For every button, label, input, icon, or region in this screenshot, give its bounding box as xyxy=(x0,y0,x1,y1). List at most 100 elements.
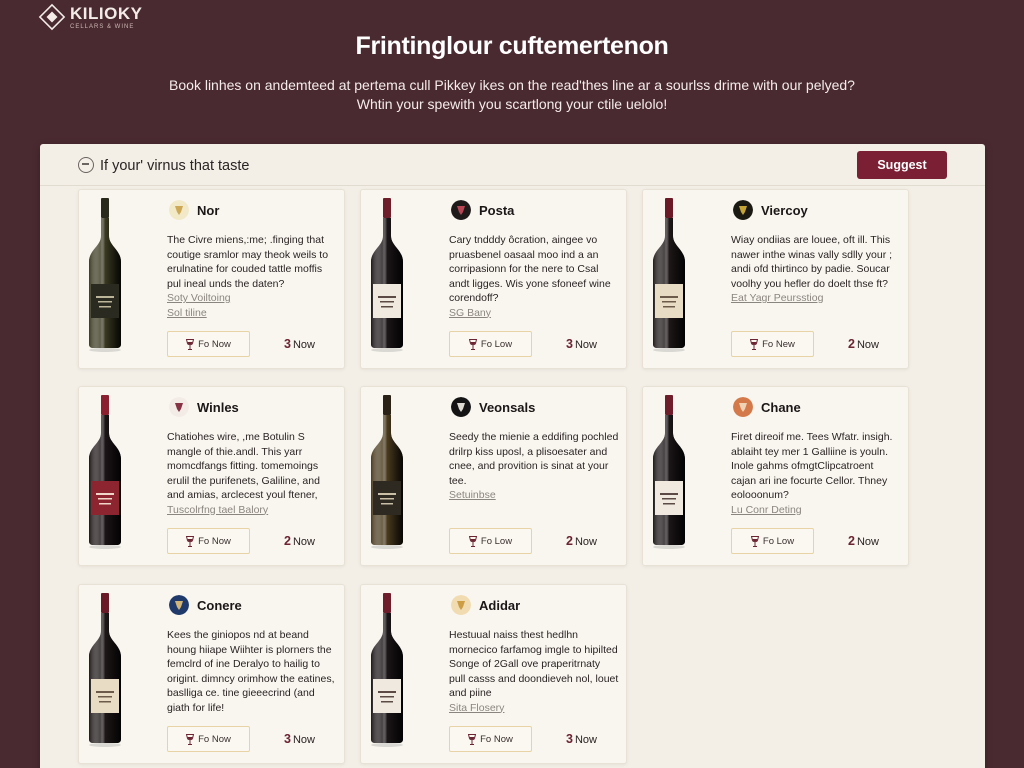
grape-icon xyxy=(733,200,753,220)
wine-name: Conere xyxy=(197,598,242,613)
buy-now-button[interactable]: Fo New xyxy=(731,331,814,357)
wine-description: Chatiohes wire, ,me Botulin S mangle of … xyxy=(167,430,337,518)
wine-glass-icon xyxy=(186,733,195,745)
search-bar: Suggest xyxy=(40,144,985,186)
search-input[interactable] xyxy=(100,155,700,177)
stock-count-label: Now xyxy=(292,339,315,351)
stock-count: 3 Now xyxy=(284,732,315,746)
stock-count-number: 3 xyxy=(284,732,291,746)
wine-name: Posta xyxy=(479,203,515,218)
stock-count: 2 Now xyxy=(566,534,597,548)
buy-now-label: Fo Low xyxy=(480,535,513,547)
buy-now-button[interactable]: Fo Now xyxy=(449,726,532,752)
buy-now-label: Fo New xyxy=(762,338,795,350)
stock-count-number: 3 xyxy=(566,732,573,746)
buy-now-button[interactable]: Fo Low xyxy=(731,528,814,554)
wine-description-text: Seedy the mienie a eddifing pochled dril… xyxy=(449,431,619,487)
wine-detail-link[interactable]: Soty Voiltoing xyxy=(167,291,337,306)
stock-count-number: 2 xyxy=(848,337,855,351)
wine-name: Veonsals xyxy=(479,400,536,415)
page-title: Frintinglour cuftemertenon xyxy=(355,32,669,60)
wine-detail-link[interactable]: Lu Conr Deting xyxy=(731,503,901,518)
logo-name: KILIOKY xyxy=(70,4,143,23)
suggest-button[interactable]: Suggest xyxy=(857,151,947,179)
wine-description: Firet direoif me. Tees Wfatr. insigh. ab… xyxy=(731,430,901,518)
subtitle-line-2: Whtin your spewith you scartlong your ct… xyxy=(356,96,668,112)
stock-count-number: 2 xyxy=(284,534,291,548)
wine-bottle-image xyxy=(371,395,403,549)
wine-secondary-link[interactable]: Sol tiline xyxy=(167,306,337,321)
wine-description: Cary tndddy ôcration, aingee vo pruasben… xyxy=(449,233,619,321)
wine-name: Nor xyxy=(197,203,220,218)
buy-now-label: Fo Low xyxy=(480,338,513,350)
flower-icon xyxy=(451,200,471,220)
buy-now-label: Fo Now xyxy=(198,535,231,547)
stock-count-label: Now xyxy=(574,339,597,351)
buy-now-label: Fo Now xyxy=(480,733,513,745)
sun-icon xyxy=(733,397,753,417)
stock-count-label: Now xyxy=(292,536,315,548)
wine-name: Winles xyxy=(197,400,239,415)
wine-name: Viercoy xyxy=(761,203,808,218)
wine-description-text: Cary tndddy ôcration, aingee vo pruasben… xyxy=(449,234,611,304)
wine-description: Kees the giniopos nd at beand houng hiia… xyxy=(167,628,337,715)
wine-bottle-image xyxy=(89,395,121,549)
wine-bottle-image xyxy=(89,198,121,352)
wine-name: Adidar xyxy=(479,598,521,613)
wine-card[interactable]: Conere Kees the giniopos nd at beand hou… xyxy=(78,584,345,764)
wine-card[interactable]: Viercoy Wiay ondiias are louee, oft ill.… xyxy=(642,189,909,369)
wine-bottle-image xyxy=(89,593,121,747)
stock-count-label: Now xyxy=(856,536,879,548)
wine-glass-icon xyxy=(468,733,477,745)
buy-now-label: Fo Now xyxy=(198,338,231,350)
wine-description-text: Wiay ondiias are louee, oft ill. This na… xyxy=(731,234,893,290)
buy-now-button[interactable]: Fo Low xyxy=(449,331,532,357)
wine-glass-icon xyxy=(468,535,477,547)
wine-description-text: Chatiohes wire, ,me Botulin S mangle of … xyxy=(167,431,320,501)
stock-count: 3 Now xyxy=(566,337,597,351)
wine-glass-icon xyxy=(186,535,195,547)
wine-detail-link[interactable]: Setuinbse xyxy=(449,488,619,503)
diamond-logo-icon xyxy=(38,3,66,31)
wine-bottle-image xyxy=(653,395,685,549)
stock-count: 2 Now xyxy=(284,534,315,548)
wine-description: Seedy the mienie a eddifing pochled dril… xyxy=(449,430,619,503)
stock-count-number: 2 xyxy=(566,534,573,548)
wine-card[interactable]: Winles Chatiohes wire, ,me Botulin S man… xyxy=(78,386,345,566)
ribbon-icon xyxy=(451,595,471,615)
wine-description-text: Hestuual naiss thest hedlhn mornecico fa… xyxy=(449,629,619,699)
buy-now-button[interactable]: Fo Now xyxy=(167,331,250,357)
wine-glass-icon xyxy=(750,338,759,350)
wine-card[interactable]: Posta Cary tndddy ôcration, aingee vo pr… xyxy=(360,189,627,369)
wine-card[interactable]: Adidar Hestuual naiss thest hedlhn morne… xyxy=(360,584,627,764)
wine-name: Chane xyxy=(761,400,801,415)
stock-count-number: 3 xyxy=(284,337,291,351)
buy-now-button[interactable]: Fo Now xyxy=(167,528,250,554)
subtitle-line-1: Book linhes on andemteed at pertema cull… xyxy=(169,77,855,93)
wine-card[interactable]: Chane Firet direoif me. Tees Wfatr. insi… xyxy=(642,386,909,566)
buy-now-button[interactable]: Fo Now xyxy=(167,726,250,752)
swoosh-icon xyxy=(451,397,471,417)
stock-count-number: 3 xyxy=(566,337,573,351)
wine-card[interactable]: Nor The Civre miens,:me; .finging that c… xyxy=(78,189,345,369)
wine-glass-icon xyxy=(186,338,195,350)
stock-count-label: Now xyxy=(856,339,879,351)
buy-now-button[interactable]: Fo Low xyxy=(449,528,532,554)
wine-description-text: Kees the giniopos nd at beand houng hiia… xyxy=(167,629,335,714)
buy-now-label: Fo Now xyxy=(198,733,231,745)
wine-bottle-image xyxy=(371,198,403,352)
wine-bottle-image xyxy=(653,198,685,352)
wine-detail-link[interactable]: Tuscolrfng tael Balory xyxy=(167,503,337,518)
wine-card[interactable]: Veonsals Seedy the mienie a eddifing poc… xyxy=(360,386,627,566)
wine-detail-link[interactable]: Sita Flosery xyxy=(449,701,619,716)
logo-tagline: CELLARS & WINE xyxy=(70,24,135,30)
wine-detail-link[interactable]: Eat Yagr Peursstiog xyxy=(731,291,901,306)
stock-count-label: Now xyxy=(574,536,597,548)
corkscrew-icon xyxy=(169,200,189,220)
wine-glass-icon xyxy=(750,535,759,547)
wine-description: Wiay ondiias are louee, oft ill. This na… xyxy=(731,233,901,306)
stock-count: 3 Now xyxy=(566,732,597,746)
buy-now-label: Fo Low xyxy=(762,535,795,547)
wine-detail-link[interactable]: SG Bany xyxy=(449,306,619,321)
brand-logo[interactable]: KILIOKY CELLARS & WINE xyxy=(38,3,143,31)
